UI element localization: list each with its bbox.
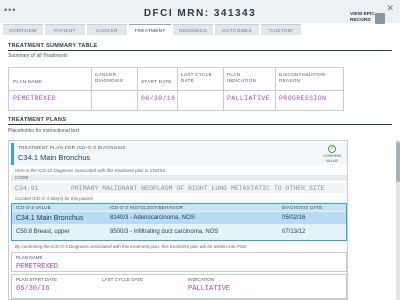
dx-value: C34.1 Main Bronchus	[16, 215, 84, 222]
plan-start-label: PLAN START DATE	[16, 277, 58, 282]
tab-genomics[interactable]: GENOMICS	[173, 24, 213, 35]
col-icd-value: ICD-O-3 VALUE	[16, 205, 51, 210]
summary-divider	[8, 50, 392, 51]
mrn-value: 341343	[213, 8, 257, 19]
plan-name-field: PLAN NAME PEMETREXED	[11, 252, 347, 272]
icd10-note: Here is the ICD-10 Diagnosis associated …	[15, 168, 166, 173]
cell-discontinuation-reason: PROGRESSION	[279, 95, 327, 102]
plan-diagnosis-label: TREATMENT PLAN FOR ICD-O-3 DIAGNOSIS	[18, 145, 126, 150]
confirm-label: CONFIRM	[323, 154, 341, 158]
cell-start-date: 06/30/16	[141, 95, 176, 102]
indication-value: PALLIATIVE	[188, 285, 231, 293]
icd10-row: C34.91 PRIMARY MALIGNANT NEOPLASM OF RIG…	[11, 183, 347, 193]
col-cancer-diagnosis: CANCER DIAGNOSIS	[95, 72, 124, 83]
tab-bar: OVERVIEW PATIENT CANCER TREATMENT GENOMI…	[3, 24, 303, 35]
summary-title: TREATMENT SUMMARY TABLE	[8, 43, 98, 49]
document-icon	[374, 13, 385, 24]
header-divider	[9, 90, 343, 91]
diagnosis-table-header: ICD-O-3 VALUE ICD-O-3 HISTOLOGY/BEHAVIOR…	[12, 204, 346, 211]
summary-table: PLAN NAME CANCER DIAGNOSIS START DATE LA…	[8, 67, 344, 111]
plans-subtitle: Placeholder for instructional text	[8, 128, 80, 134]
col-diagnosis-date: DIAGNOSIS DATE	[282, 205, 323, 210]
mrn-label: DFCI MRN:	[143, 8, 210, 19]
dx-date: 07/13/12	[282, 229, 306, 235]
last-cycle-label: LAST CYCLE DATE	[102, 277, 144, 282]
tab-treatment[interactable]: TREATMENT	[129, 24, 171, 35]
checkmark-icon: ✓	[328, 145, 336, 153]
icd-o3-note: Curated ICD-O-3 Site(s) for this patient	[15, 196, 93, 201]
summary-subtitle: Summary of all Treatments	[8, 53, 68, 59]
plan-name-label: PLAN NAME	[16, 255, 43, 260]
col-histology: ICD-O-3 HISTOLOGY/BEHAVIOR	[110, 205, 184, 210]
plan-start-value: 06/30/16	[16, 285, 50, 293]
col-last-cycle-date: LAST CYCLE DATE	[181, 72, 212, 83]
dx-date: 05/02/16	[282, 215, 306, 221]
tab-custom[interactable]: "CUSTOM"	[261, 24, 301, 35]
tab-cancer[interactable]: CANCER	[87, 24, 127, 35]
col-plan-indication: PLAN INDICATION	[227, 72, 257, 83]
tab-overview[interactable]: OVERVIEW	[3, 24, 43, 35]
col-discontinuation-reason: DISCONTINUATION REASON	[279, 72, 326, 83]
view-epic-record-button[interactable]: VIEW EPIC RECORD	[348, 12, 396, 34]
confirm-value-button[interactable]: ✓ CONFIRM VALUE	[321, 145, 343, 163]
tab-patient[interactable]: PATIENT	[45, 24, 85, 35]
dx-histology: 8500/3 - Infiltrating duct carcinoma, NO…	[110, 229, 219, 235]
diagnosis-row-selected[interactable]: C34.1 Main Bronchus 8140/3 - Adenocarcin…	[12, 212, 346, 224]
col-plan-name: PLAN NAME	[13, 79, 43, 84]
dx-histology: 8140/3 - Adenocarcinoma, NOS	[110, 215, 195, 221]
icd10-code: C34.91	[15, 185, 39, 192]
tab-outcomes[interactable]: OUTCOMES	[215, 24, 259, 35]
code-header: CODE	[11, 175, 347, 181]
plans-title: TREATMENT PLANS	[8, 117, 67, 123]
cell-plan-indication: PALLIATIVE	[227, 95, 271, 102]
scrollbar-thumb[interactable]	[396, 142, 400, 182]
plan-diagnosis-header: TREATMENT PLAN FOR ICD-O-3 DIAGNOSIS C34…	[11, 143, 347, 165]
dx-value: C50.8 Breast, upper	[16, 229, 70, 235]
diagnosis-row[interactable]: C50.8 Breast, upper 8500/3 - Infiltratin…	[12, 226, 346, 238]
icd10-description: PRIMARY MALIGNANT NEOPLASM OF RIGHT LUNG…	[71, 185, 325, 192]
value-label: VALUE	[325, 158, 339, 163]
col-start-date: START DATE	[141, 79, 172, 84]
cell-plan-name[interactable]: PEMETREXED	[13, 95, 56, 102]
plans-divider	[8, 124, 392, 125]
patient-mrn: DFCI MRN: 341343	[0, 8, 400, 19]
plan-details-row: PLAN START DATE 06/30/16 LAST CYCLE DATE…	[11, 274, 347, 299]
diagnosis-table: ICD-O-3 VALUE ICD-O-3 HISTOLOGY/BEHAVIOR…	[11, 203, 347, 241]
top-bar: ••• DFCI MRN: 341343 ✕	[0, 0, 400, 23]
plan-diagnosis-value: C34.1 Main Bronchus	[18, 153, 91, 162]
pod-note: By confirming the ICD-O-3 Diagnosis asso…	[15, 244, 247, 249]
plan-name-value: PEMETREXED	[16, 263, 59, 271]
indication-label: INDICATION	[188, 277, 215, 282]
record-label: RECORD	[350, 18, 371, 23]
treatment-plan-card: TREATMENT PLAN FOR ICD-O-3 DIAGNOSIS C34…	[8, 140, 348, 300]
